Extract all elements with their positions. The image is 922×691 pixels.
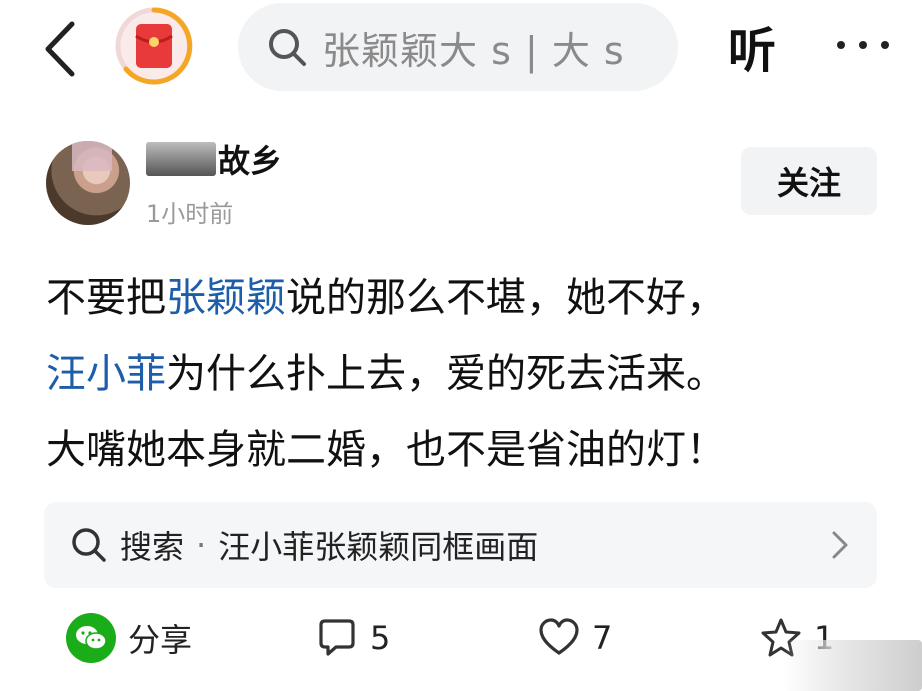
heart-icon [539, 618, 579, 655]
post-text: 为什么扑上去，爱的死去活来。 [166, 351, 726, 397]
post-line: 汪小菲为什么扑上去，爱的死去活来。 [46, 336, 886, 412]
redacted-name-mask [146, 142, 216, 176]
related-search-term: 汪小菲张颖颖同框画面 [218, 528, 539, 566]
follow-button[interactable]: 关注 [741, 147, 877, 215]
author-name[interactable]: 故乡 [146, 136, 282, 182]
more-dot-icon [837, 41, 845, 49]
topic-link[interactable]: 汪小菲 [46, 351, 166, 397]
comment-button[interactable]: 5 [316, 606, 390, 670]
comment-icon [319, 619, 355, 656]
search-icon [72, 528, 106, 562]
share-button[interactable]: 分享 [66, 606, 192, 670]
watermark-overlay [784, 640, 922, 691]
chevron-right-icon [832, 531, 848, 559]
search-icon [269, 29, 306, 66]
related-search-separator: · [196, 526, 207, 564]
post-text: 大嘴她本身就二婚，也不是省油的灯！ [46, 427, 726, 473]
post-timestamp: 1小时前 [146, 200, 234, 228]
post-line: 不要把张颖颖说的那么不堪，她不好， [46, 260, 886, 336]
avatar[interactable] [46, 141, 130, 225]
back-button[interactable] [30, 14, 88, 84]
like-button[interactable]: 7 [538, 606, 612, 670]
listen-button[interactable]: 听 [712, 10, 792, 82]
post-text: 说的那么不堪，她不好， [286, 275, 726, 321]
post-content: 不要把张颖颖说的那么不堪，她不好， 汪小菲为什么扑上去，爱的死去活来。 大嘴她本… [46, 260, 886, 488]
avatar-blur-mask [72, 141, 112, 171]
search-query-text: 张颖颖大 s | 大 s [322, 28, 625, 73]
share-label: 分享 [128, 621, 193, 659]
more-options-button[interactable] [818, 22, 908, 68]
post-line: 大嘴她本身就二婚，也不是省油的灯！ [46, 412, 886, 488]
search-bar[interactable]: 张颖颖大 s | 大 s [238, 3, 678, 91]
more-dot-icon [859, 41, 867, 49]
red-packet-icon [115, 7, 193, 85]
topic-link[interactable]: 张颖颖 [166, 275, 286, 321]
author-name-text: 故乡 [218, 142, 283, 180]
related-search-label: 搜索 [120, 528, 185, 566]
wechat-icon [66, 613, 116, 663]
post-text: 不要把 [46, 275, 166, 321]
back-arrow-icon [45, 21, 75, 77]
like-count: 7 [592, 619, 613, 657]
red-packet-button[interactable] [114, 6, 194, 86]
more-dot-icon [881, 41, 889, 49]
comment-count: 5 [370, 619, 391, 657]
related-search-card[interactable]: 搜索 · 汪小菲张颖颖同框画面 [44, 502, 877, 588]
